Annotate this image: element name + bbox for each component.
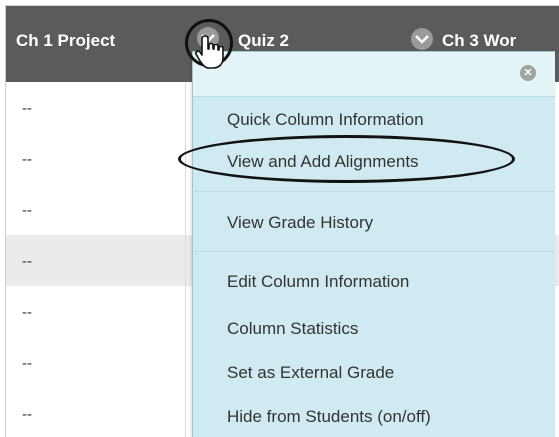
menu-item-column-statistics[interactable]: Column Statistics bbox=[227, 319, 358, 339]
grade-cell[interactable]: -- bbox=[22, 355, 32, 372]
grade-cell[interactable]: -- bbox=[22, 100, 32, 117]
column-header-ch3-work[interactable]: Ch 3 Wor bbox=[442, 31, 516, 51]
grade-cell[interactable]: -- bbox=[22, 151, 32, 168]
menu-item-set-as-external-grade[interactable]: Set as External Grade bbox=[227, 363, 394, 383]
menu-divider bbox=[195, 191, 553, 192]
hand-cursor-icon bbox=[195, 35, 224, 69]
column-divider bbox=[185, 82, 186, 437]
menu-item-edit-column-information[interactable]: Edit Column Information bbox=[227, 272, 409, 292]
grade-cell[interactable]: -- bbox=[22, 304, 32, 321]
column-header-ch1-project[interactable]: Ch 1 Project bbox=[16, 31, 115, 51]
column-menu-chevron-icon[interactable] bbox=[411, 28, 433, 50]
column-context-menu: ✕ Quick Column Information View and Add … bbox=[192, 51, 555, 437]
menu-item-view-grade-history[interactable]: View Grade History bbox=[227, 213, 373, 233]
menu-item-quick-column-information[interactable]: Quick Column Information bbox=[227, 110, 424, 130]
close-icon[interactable]: ✕ bbox=[520, 65, 536, 81]
grade-cell[interactable]: -- bbox=[22, 202, 32, 219]
menu-header: ✕ bbox=[193, 52, 555, 97]
grade-cell[interactable]: -- bbox=[22, 253, 32, 270]
menu-item-hide-from-students[interactable]: Hide from Students (on/off) bbox=[227, 407, 431, 427]
highlight-ellipse bbox=[178, 135, 515, 183]
grade-cell[interactable]: -- bbox=[22, 406, 32, 423]
column-header-quiz-2[interactable]: Quiz 2 bbox=[238, 31, 289, 51]
menu-divider bbox=[195, 251, 553, 252]
